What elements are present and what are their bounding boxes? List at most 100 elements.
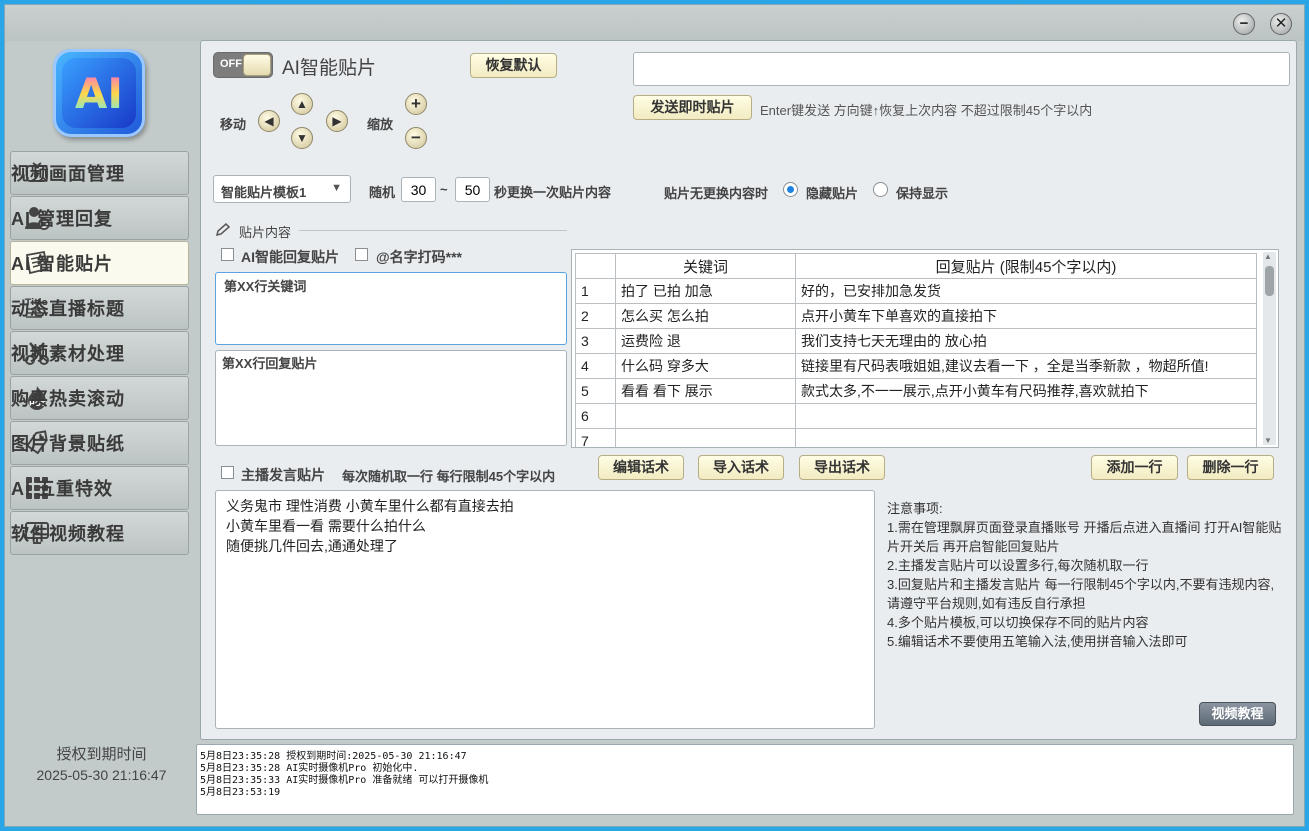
toggle-state-label: OFF [220, 58, 242, 70]
section-title: 贴片内容 [239, 225, 292, 240]
table-cell-keyword[interactable]: 怎么买 怎么拍 [615, 303, 796, 329]
restore-default-button[interactable]: 恢复默认 [470, 53, 557, 78]
keyword-placeholder: 第XX行关键词 [224, 279, 307, 294]
sidebar-item-effects[interactable]: AI 五重特效 [10, 466, 189, 510]
send-instant-sticker-button[interactable]: 发送即时贴片 [633, 95, 752, 120]
table-cell-reply[interactable] [795, 403, 1257, 429]
note-item: 3.回复贴片和主播发言贴片 每一行限制45个字以内,不要有违规内容,请遵守平台规… [887, 577, 1275, 611]
sidebar-item-video-screen[interactable]: 视频画面管理 [10, 151, 189, 195]
note-item: 4.多个贴片模板,可以切换保存不同的贴片内容 [887, 615, 1149, 630]
radio-hide-label: 隐藏贴片 [806, 186, 859, 201]
table-header-reply[interactable]: 回复贴片 (限制45个字以内) [795, 253, 1257, 279]
sidebar-item-label: AI 管理回复 [11, 209, 114, 229]
close-button[interactable]: ✕ [1270, 13, 1292, 35]
app-logo: AI [53, 49, 145, 137]
sidebar: AI 视频画面管理 AI 管理回复 AI 智能贴片 Title 动态直播标题 视… [5, 41, 198, 826]
table-cell-reply[interactable]: 点开小黄车下单喜欢的直接拍下 [795, 303, 1257, 329]
template-select[interactable]: 智能贴片模板1 ▼ [213, 175, 351, 203]
table-cell-reply[interactable]: 我们支持七天无理由的 放心拍 [795, 328, 1257, 354]
name-mask-checkbox[interactable] [355, 248, 368, 261]
table-header-keyword[interactable]: 关键词 [615, 253, 796, 279]
no-change-label: 贴片无更换内容时 [664, 186, 769, 201]
table-cell-index: 5 [575, 378, 616, 404]
sticker-panel: OFF AI智能贴片 恢复默认 发送即时贴片 Enter键发送 方向键↑恢复上次… [200, 40, 1297, 740]
video-tutorial-button[interactable]: 视频教程 [1199, 702, 1276, 726]
sidebar-item-label: 动态直播标题 [11, 299, 125, 319]
note-item: 1.需在管理飘屏页面登录直播账号 开播后点进入直播间 打开AI智能贴片开关后 再… [887, 520, 1282, 554]
table-row[interactable]: 1 拍了 已拍 加急 好的，已安排加急发货 [575, 278, 1257, 304]
table-header-index [575, 253, 616, 279]
host-sticker-hint: 每次随机取一行 每行限制45个字以内 [342, 469, 556, 484]
auth-expiry-label: 授权到期时间 [56, 746, 147, 763]
host-sticker-checkbox[interactable] [221, 466, 234, 479]
move-right-button[interactable]: ▶ [326, 110, 348, 132]
edit-script-button[interactable]: 编辑话术 [598, 455, 684, 480]
table-row[interactable]: 3 运费险 退我们支持七天无理由的 放心拍 [575, 328, 1257, 354]
table-cell-index: 6 [575, 403, 616, 429]
radio-hide-sticker[interactable] [783, 182, 798, 197]
scroll-down-icon[interactable]: ▼ [1264, 436, 1272, 445]
table-row[interactable]: 6 [575, 403, 1257, 429]
move-up-button[interactable]: ▲ [291, 93, 313, 115]
delete-row-button[interactable]: 删除一行 [1187, 455, 1274, 480]
instant-sticker-input[interactable] [633, 52, 1290, 86]
sidebar-item-video-material[interactable]: 视频素材处理 [10, 331, 189, 375]
minimize-button[interactable]: − [1233, 13, 1255, 35]
add-row-button[interactable]: 添加一行 [1091, 455, 1178, 480]
table-cell-reply[interactable]: 链接里有尺码表哦姐姐,建议去看一下 ，全是当季新款 ，物超所值! [795, 353, 1257, 379]
scrollbar-thumb[interactable] [1265, 266, 1274, 296]
keyword-input[interactable]: 第XX行关键词 [215, 272, 567, 345]
log-output[interactable]: 5月8日23:35:28 授权到期时间:2025-05-30 21:16:47 … [196, 744, 1294, 815]
enable-toggle[interactable]: OFF [213, 52, 273, 78]
table-row[interactable]: 7 [575, 428, 1257, 447]
sidebar-item-tutorial[interactable]: 软件视频教程 [10, 511, 189, 555]
reply-input[interactable]: 第XX行回复贴片 [215, 350, 567, 446]
sidebar-item-ai-sticker[interactable]: AI 智能贴片 [10, 241, 189, 285]
table-cell-keyword[interactable]: 拍了 已拍 加急 [615, 278, 796, 304]
table-row[interactable]: 4 什么码 穿多大 链接里有尺码表哦姐姐,建议去看一下 ，全是当季新款 ，物超所值! [575, 353, 1257, 379]
reply-placeholder: 第XX行回复贴片 [222, 356, 318, 371]
sidebar-item-live-title[interactable]: Title 动态直播标题 [10, 286, 189, 330]
table-cell-keyword[interactable] [615, 403, 796, 429]
sidebar-item-bg-sticker[interactable]: 图片背景贴纸 [10, 421, 189, 465]
host-lines-textarea[interactable]: 义务鬼市 理性消费 小黄车里什么都有直接去拍 小黄车里看一看 需要什么拍什么 随… [215, 490, 875, 729]
note-item: 2.主播发言贴片可以设置多行,每次随机取一行 [887, 558, 1149, 573]
move-left-button[interactable]: ◀ [258, 110, 280, 132]
export-script-button[interactable]: 导出话术 [799, 455, 885, 480]
title-bar[interactable]: − ✕ [5, 5, 1304, 41]
zoom-out-button[interactable]: − [405, 127, 427, 149]
keyword-reply-table[interactable]: 关键词 回复贴片 (限制45个字以内) 1 拍了 已拍 加急 好的，已安排加急发货 … [571, 249, 1279, 448]
template-select-value: 智能贴片模板1 [221, 185, 307, 200]
table-cell-reply[interactable]: 款式太多,不一一展示,点开小黄车有尺码推荐,喜欢就拍下 [795, 378, 1257, 404]
table-cell-keyword[interactable]: 运费险 退 [615, 328, 796, 354]
random-min-input[interactable] [401, 177, 436, 202]
zoom-in-button[interactable]: + [405, 93, 427, 115]
table-cell-keyword[interactable]: 看看 看下 展示 [615, 378, 796, 404]
sidebar-item-label: 软件视频教程 [11, 524, 125, 544]
table-cell-reply[interactable] [795, 428, 1257, 447]
sidebar-item-label: AI 五重特效 [11, 479, 114, 499]
notes-panel: 注意事项: 1.需在管理飘屏页面登录直播账号 开播后点进入直播间 打开AI智能贴… [887, 499, 1287, 651]
host-sticker-label: 主播发言贴片 [241, 467, 325, 483]
random-max-input[interactable] [455, 177, 490, 202]
import-script-button[interactable]: 导入话术 [698, 455, 784, 480]
arrow-up-icon: ▲ [296, 97, 308, 111]
auth-expiry-date: 2025-05-30 21:16:47 [36, 767, 167, 783]
arrow-down-icon: ▼ [296, 131, 308, 145]
table-row[interactable]: 2 怎么买 怎么拍 点开小黄车下单喜欢的直接拍下 [575, 303, 1257, 329]
sidebar-item-hot-scroll[interactable]: HOT 购买热卖滚动 [10, 376, 189, 420]
zoom-label: 缩放 [367, 117, 394, 132]
ai-reply-checkbox[interactable] [221, 248, 234, 261]
ai-reply-label: AI智能回复贴片 [241, 249, 339, 265]
radio-keep-display[interactable] [873, 182, 888, 197]
table-cell-reply[interactable]: 好的，已安排加急发货 [795, 278, 1257, 304]
move-down-button[interactable]: ▼ [291, 127, 313, 149]
table-row[interactable]: 5 看看 看下 展示 款式太多,不一一展示,点开小黄车有尺码推荐,喜欢就拍下 [575, 378, 1257, 404]
sidebar-item-label: 图片背景贴纸 [11, 434, 125, 454]
table-cell-index: 1 [575, 278, 616, 304]
scroll-up-icon[interactable]: ▲ [1264, 252, 1272, 261]
sidebar-item-ai-reply[interactable]: AI 管理回复 [10, 196, 189, 240]
table-cell-keyword[interactable] [615, 428, 796, 447]
table-scrollbar[interactable]: ▲ ▼ [1263, 252, 1276, 445]
table-cell-keyword[interactable]: 什么码 穿多大 [615, 353, 796, 379]
